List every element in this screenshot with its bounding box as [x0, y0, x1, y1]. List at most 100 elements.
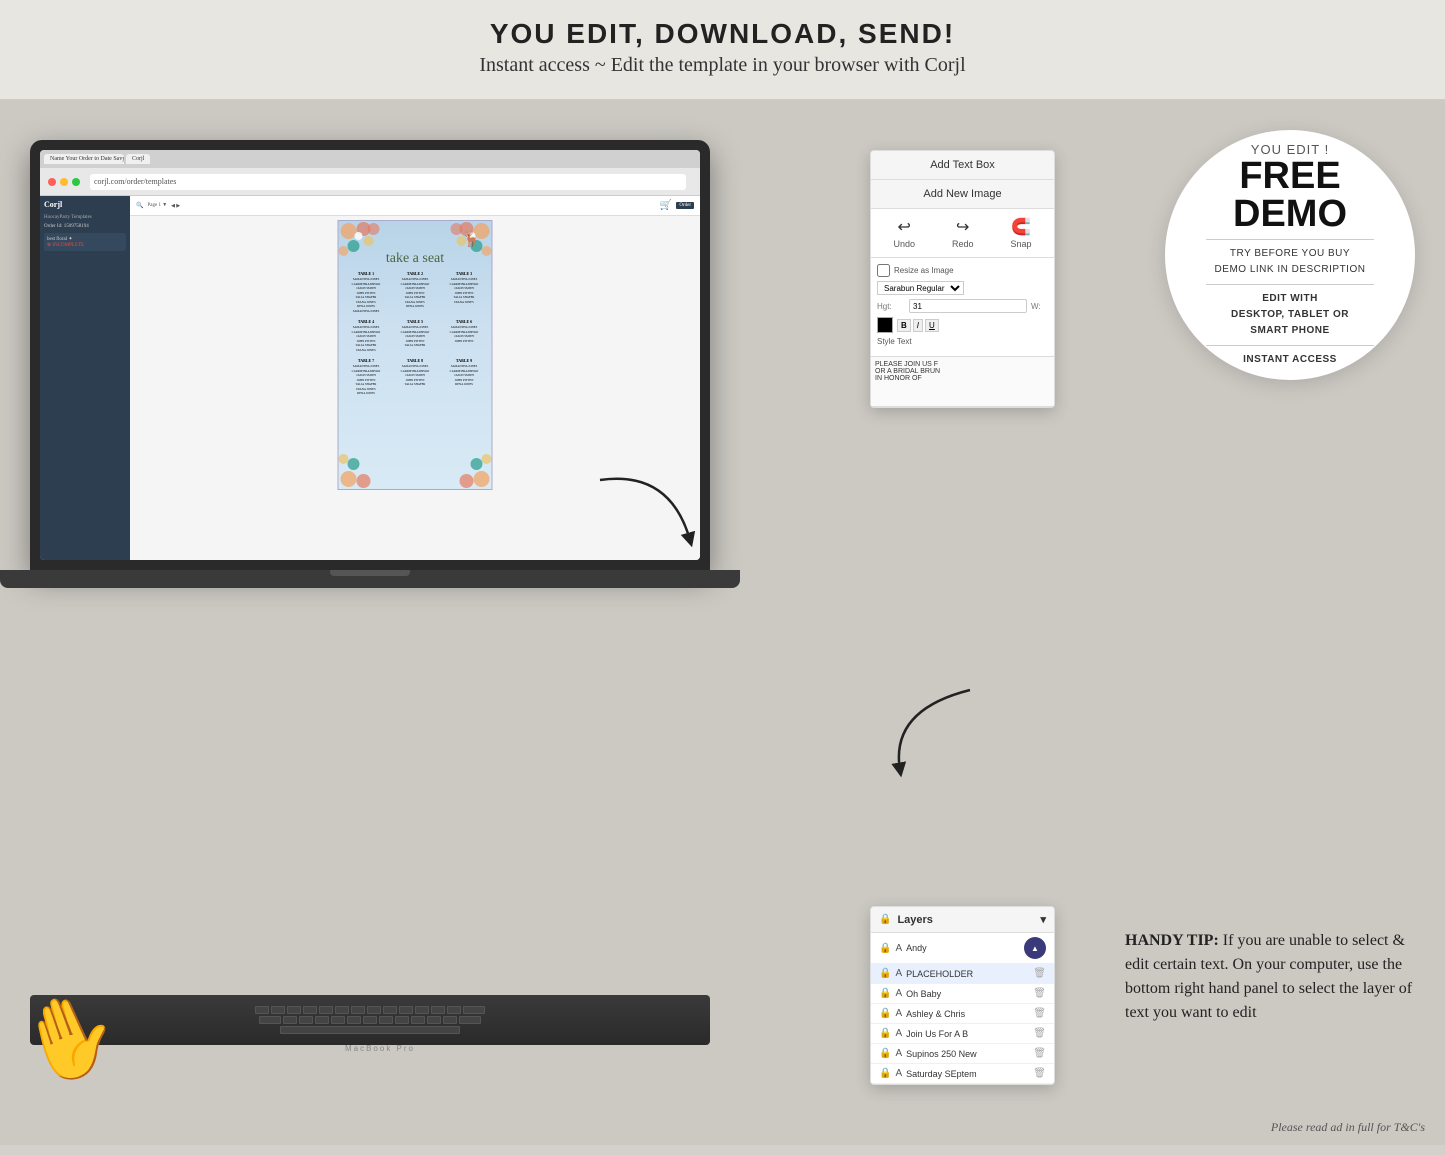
laptop-notch	[330, 570, 410, 576]
add-text-box-button[interactable]: Add Text Box	[871, 151, 1054, 180]
layer-up-button[interactable]: ▲	[1024, 937, 1046, 959]
order-item[interactable]: best floral ✦ ⊗ INCOMPLETE	[44, 233, 126, 251]
table-col-7: TABLE 7 SAMANTHA JONESCARRIE BRADSHAWJAS…	[343, 356, 390, 396]
close-dot[interactable]	[48, 178, 56, 186]
table-header-2: TABLE 2	[392, 271, 439, 276]
italic-button[interactable]: I	[913, 319, 923, 332]
key	[319, 1006, 333, 1014]
size-row: Hgt: W:	[877, 299, 1048, 313]
table-col-2: TABLE 2 SAMANTHA JONESCARRIE BRADSHAWJAS…	[392, 269, 439, 313]
layer-delete-icon-2[interactable]: 🗑	[1033, 988, 1046, 999]
key	[299, 1016, 313, 1024]
table-names-2: SAMANTHA JONESCARRIE BRADSHAWJASON SMITH…	[392, 277, 439, 309]
key	[427, 1016, 441, 1024]
redo-button[interactable]: ↪ Redo	[952, 217, 974, 249]
style-buttons: B I U	[897, 319, 939, 332]
subheadline: Instant access ~ Edit the template in yo…	[20, 54, 1425, 77]
corjl-logo: Corjl	[44, 200, 126, 209]
demo-separator-2	[1206, 284, 1374, 285]
demo-instant-access: INSTANT ACCESS	[1243, 352, 1337, 368]
browser-tabs: Name Your Order to Date Savy... Corjl	[40, 150, 700, 168]
browser-chrome: corjl.com/order/templates	[40, 168, 700, 196]
layer-delete-icon[interactable]: 🗑	[1033, 968, 1046, 979]
resize-checkbox[interactable]	[877, 264, 890, 277]
table-names-1: SAMANTHA JONESCARRIE BRADSHAWJASON SMITH…	[343, 277, 390, 313]
layer-lock-icon-4: 🔒	[879, 1008, 891, 1019]
browser-tab-1[interactable]: Name Your Order to Date Savy...	[44, 154, 124, 164]
corjl-toolbar: 🔍 Page 1 ▼ ◀ ▶ 🛒 Order	[130, 196, 700, 216]
browser-tab-2[interactable]: Corjl	[126, 154, 150, 164]
address-bar[interactable]: corjl.com/order/templates	[90, 174, 686, 190]
layer-delete-icon-3[interactable]: 🗑	[1033, 1008, 1046, 1019]
layer-item-supinos[interactable]: 🔒 A Supinos 250 New 🗑	[871, 1044, 1054, 1064]
layer-item-andy[interactable]: 🔒 A Andy ▲	[871, 933, 1054, 964]
font-dropdown[interactable]: Sarabun Regular	[877, 281, 964, 295]
layer-lock-icon: 🔒	[879, 943, 891, 954]
table-names-7: SAMANTHA JONESCARRIE BRADSHAWJASON SMITH…	[343, 364, 390, 396]
layers-title: Layers	[897, 914, 932, 926]
keyboard-row-1	[255, 1006, 485, 1014]
layer-delete-icon-5[interactable]: 🗑	[1033, 1048, 1046, 1059]
deer-illustration: 🦌	[462, 229, 482, 249]
key	[255, 1006, 269, 1014]
key	[459, 1016, 481, 1024]
layer-delete-icon-4[interactable]: 🗑	[1033, 1028, 1046, 1039]
footer-text: Please read ad in full for T&C's	[1271, 1120, 1425, 1135]
layer-name-andy: Andy	[906, 943, 1020, 953]
minimize-dot[interactable]	[60, 178, 68, 186]
demo-demo-label: DEMO	[1233, 195, 1347, 233]
table-names-8: SAMANTHA JONESCARRIE BRADSHAWJASON SMITH…	[392, 364, 439, 387]
snap-button[interactable]: 🧲 Snap	[1010, 217, 1031, 249]
key	[363, 1016, 377, 1024]
layers-header[interactable]: 🔒 Layers ▾	[871, 907, 1054, 933]
toolbar-order-btn[interactable]: Order	[676, 202, 694, 209]
keyboard	[30, 995, 710, 1045]
maximize-dot[interactable]	[72, 178, 80, 186]
layer-item-saturday[interactable]: 🔒 A Saturday SEptem 🗑	[871, 1064, 1054, 1084]
layer-lock-icon-3: 🔒	[879, 988, 891, 999]
toolbar-zoom: 🔍	[136, 202, 143, 209]
add-new-image-button[interactable]: Add New Image	[871, 180, 1054, 209]
layer-type-icon-6: A	[895, 1048, 902, 1059]
toolbar-nav: ◀ ▶	[171, 203, 180, 209]
layer-type-icon-3: A	[895, 988, 902, 999]
layer-delete-icon-6[interactable]: 🗑	[1033, 1068, 1046, 1079]
lock-icon: 🔒	[879, 914, 891, 925]
font-row: Sarabun Regular	[877, 281, 1048, 295]
key	[271, 1006, 285, 1014]
arrow-to-layers	[870, 680, 990, 800]
order-id-label: Order Id: 1509758194	[44, 224, 126, 229]
demo-free-label: FREE	[1239, 157, 1340, 195]
height-input[interactable]	[909, 299, 1027, 313]
color-row: B I U	[877, 317, 1048, 333]
key	[335, 1006, 349, 1014]
key	[411, 1016, 425, 1024]
table-names-3: SAMANTHA JONESCARRIE BRADSHAWJASON SMITH…	[441, 277, 488, 304]
laptop: Name Your Order to Date Savy... Corjl co…	[30, 140, 710, 740]
layer-type-icon-2: A	[895, 968, 902, 979]
text-preview-area[interactable]: PLEASE JOIN US F OR A BRIDAL BRUN IN HON…	[871, 357, 1054, 407]
layers-panel: 🔒 Layers ▾ 🔒 A Andy ▲ 🔒 A PLACEHOLDER 🗑 …	[870, 906, 1055, 1085]
layers-chevron: ▾	[1040, 913, 1046, 926]
snap-label: Snap	[1010, 239, 1031, 249]
color-swatch[interactable]	[877, 317, 893, 333]
key	[431, 1006, 445, 1014]
floral-bottom-right	[442, 439, 492, 489]
table-header-6: TABLE 6	[441, 319, 488, 324]
keyboard-row-3	[280, 1026, 460, 1034]
key	[395, 1016, 409, 1024]
spacebar-key	[280, 1026, 460, 1034]
undo-button[interactable]: ↩ Undo	[893, 217, 915, 249]
layer-item-placeholder[interactable]: 🔒 A PLACEHOLDER 🗑	[871, 964, 1054, 984]
bold-button[interactable]: B	[897, 319, 911, 332]
table-names-5: SAMANTHA JONESCARRIE BRADSHAWJASON SMITH…	[392, 325, 439, 348]
resize-as-image-row: Resize as Image	[877, 264, 1048, 277]
size-label: Hgt:	[877, 302, 905, 311]
layer-item-oh-baby[interactable]: 🔒 A Oh Baby 🗑	[871, 984, 1054, 1004]
handy-tip: HANDY TIP: If you are unable to select &…	[1125, 929, 1425, 1025]
corjl-sidebar: Corjl HoocayParty Templates Order Id: 15…	[40, 196, 130, 560]
layer-name-saturday: Saturday SEptem	[906, 1069, 1029, 1079]
layer-item-ashley-chris[interactable]: 🔒 A Ashley & Chris 🗑	[871, 1004, 1054, 1024]
layer-item-join-us[interactable]: 🔒 A Join Us For A B 🗑	[871, 1024, 1054, 1044]
underline-button[interactable]: U	[925, 319, 939, 332]
